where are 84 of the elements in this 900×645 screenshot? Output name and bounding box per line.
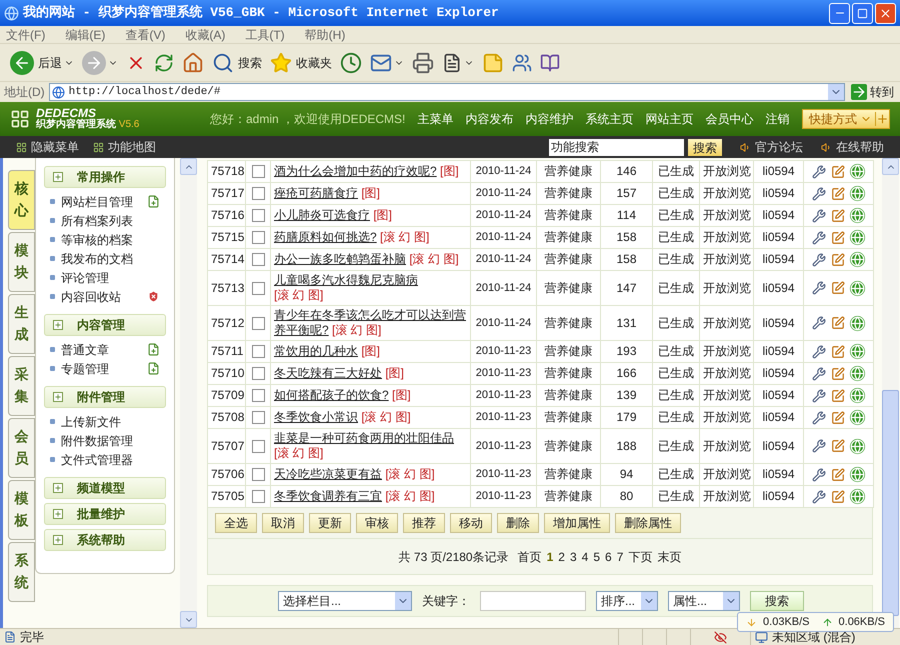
- window-title: 我的网站 - 织梦内容管理系统 V56_GBK - Microsoft Internet Explorer: [23, 4, 499, 22]
- page-link[interactable]: 7: [616, 548, 624, 566]
- first-page-link[interactable]: 首页: [518, 548, 542, 566]
- table-cell: 75718: [208, 160, 246, 182]
- shortcut-button[interactable]: 快捷方式: [802, 109, 890, 129]
- sidebar-link[interactable]: 专题管理: [61, 360, 109, 378]
- dropdown-select[interactable]: 选择栏目...: [278, 591, 412, 611]
- menu-item[interactable]: 文件(F): [6, 26, 46, 44]
- sidebar-group-header[interactable]: 批量维护: [44, 503, 166, 525]
- address-label: 地址(D): [4, 84, 45, 101]
- action-button[interactable]: 审核: [356, 513, 398, 533]
- side-tab[interactable]: 模板: [8, 480, 35, 540]
- dropdown-select[interactable]: 排序...: [596, 591, 658, 611]
- toolbar-button[interactable]: 搜索: [212, 52, 262, 74]
- function-search-field[interactable]: 功能搜索: [549, 138, 684, 156]
- help-link[interactable]: 在线帮助: [821, 138, 884, 156]
- toolbar-button[interactable]: 后退: [10, 50, 62, 74]
- sidebar-link[interactable]: 普通文章: [61, 340, 109, 358]
- side-tab[interactable]: 会员: [8, 418, 35, 478]
- action-button[interactable]: 增加属性: [544, 513, 610, 533]
- go-button[interactable]: 转到: [849, 83, 896, 101]
- action-button[interactable]: 更新: [309, 513, 351, 533]
- sidebar-link[interactable]: 内容回收站: [61, 288, 121, 306]
- menu-item[interactable]: 编辑(E): [65, 26, 106, 44]
- last-page-link[interactable]: 末页: [657, 548, 682, 566]
- nav-link[interactable]: 注销: [765, 110, 790, 128]
- side-tab[interactable]: 采集: [8, 356, 35, 416]
- logo-text: DEDECMS: [36, 107, 96, 119]
- sidebar-link[interactable]: 上传新文件: [61, 412, 121, 430]
- sidebar-group-header[interactable]: 频道模型: [44, 477, 166, 499]
- page-link[interactable]: 2: [558, 548, 565, 566]
- function-map-link[interactable]: 功能地图: [93, 138, 156, 156]
- sidebar-link[interactable]: 评论管理: [61, 268, 109, 286]
- sidebar-link[interactable]: 所有档案列表: [61, 212, 133, 230]
- sidebar-link[interactable]: 等审核的档案: [61, 230, 133, 248]
- sidebar-link[interactable]: 网站栏目管理: [61, 192, 133, 210]
- status-text: 完毕: [20, 629, 44, 645]
- upload-speed: 0.06KB/S: [838, 614, 885, 630]
- side-tab[interactable]: 模块: [8, 232, 35, 292]
- greeting-text: 您好：admin ，欢迎使用DEDECMS!: [210, 111, 406, 128]
- sidebar-link[interactable]: 我发布的文档: [61, 250, 133, 268]
- nav-link[interactable]: 网站主页: [645, 110, 694, 128]
- action-button[interactable]: 删除属性: [615, 513, 681, 533]
- page-link[interactable]: 6: [605, 548, 612, 566]
- menu-item[interactable]: 工具(T): [245, 26, 285, 44]
- menu-item[interactable]: 查看(V): [125, 26, 166, 44]
- next-page-link[interactable]: 下页: [628, 548, 652, 566]
- action-button[interactable]: 取消: [262, 513, 304, 533]
- action-button[interactable]: 推荐: [403, 513, 445, 533]
- side-tab[interactable]: 系统: [8, 542, 35, 602]
- address-field[interactable]: http://localhost/dede/#: [48, 83, 845, 101]
- side-tab[interactable]: 生成: [8, 294, 35, 354]
- page-link[interactable]: 1: [546, 548, 554, 566]
- search-button[interactable]: 搜索: [688, 138, 722, 156]
- sidebar-link[interactable]: 附件数据管理: [61, 432, 133, 450]
- side-tab[interactable]: 核心: [8, 170, 35, 230]
- nav-link[interactable]: 主菜单: [417, 110, 454, 128]
- version-label: V5.6: [118, 119, 140, 130]
- page-summary: 共 73 页/2180条记录: [398, 548, 509, 566]
- menu-item[interactable]: 帮助(H): [304, 26, 346, 44]
- nav-link[interactable]: 系统主页: [585, 110, 634, 128]
- sidebar-link[interactable]: 文件式管理器: [61, 450, 133, 468]
- hide-menu-link[interactable]: 隐藏菜单: [16, 138, 79, 156]
- help-link[interactable]: 官方论坛: [740, 138, 803, 156]
- page-link[interactable]: 5: [593, 548, 600, 566]
- product-name: 织梦内容管理系统: [36, 119, 116, 130]
- nav-link[interactable]: 内容维护: [525, 110, 574, 128]
- download-speed: 0.03KB/S: [763, 614, 810, 630]
- page-link[interactable]: 3: [570, 548, 577, 566]
- sidebar-group-header[interactable]: 附件管理: [44, 386, 166, 408]
- sidebar-group-header[interactable]: 内容管理: [44, 314, 166, 336]
- keyword-label: 关键字：: [422, 593, 470, 610]
- sidebar-group-header[interactable]: 常用操作: [44, 166, 166, 188]
- action-button[interactable]: 全选: [215, 513, 257, 533]
- nav-link[interactable]: 会员中心: [705, 110, 754, 128]
- dropdown-select[interactable]: 属性...: [668, 591, 740, 611]
- search-button[interactable]: 搜索: [750, 591, 804, 611]
- action-button[interactable]: 删除: [497, 513, 539, 533]
- toolbar-button[interactable]: 收藏夹: [270, 52, 332, 74]
- page-link[interactable]: 4: [582, 548, 588, 566]
- menu-item[interactable]: 收藏(A): [185, 26, 226, 44]
- nav-link[interactable]: 内容发布: [465, 110, 514, 128]
- sidebar-group-header[interactable]: 系统帮助: [44, 529, 166, 551]
- action-button[interactable]: 移动: [450, 513, 492, 533]
